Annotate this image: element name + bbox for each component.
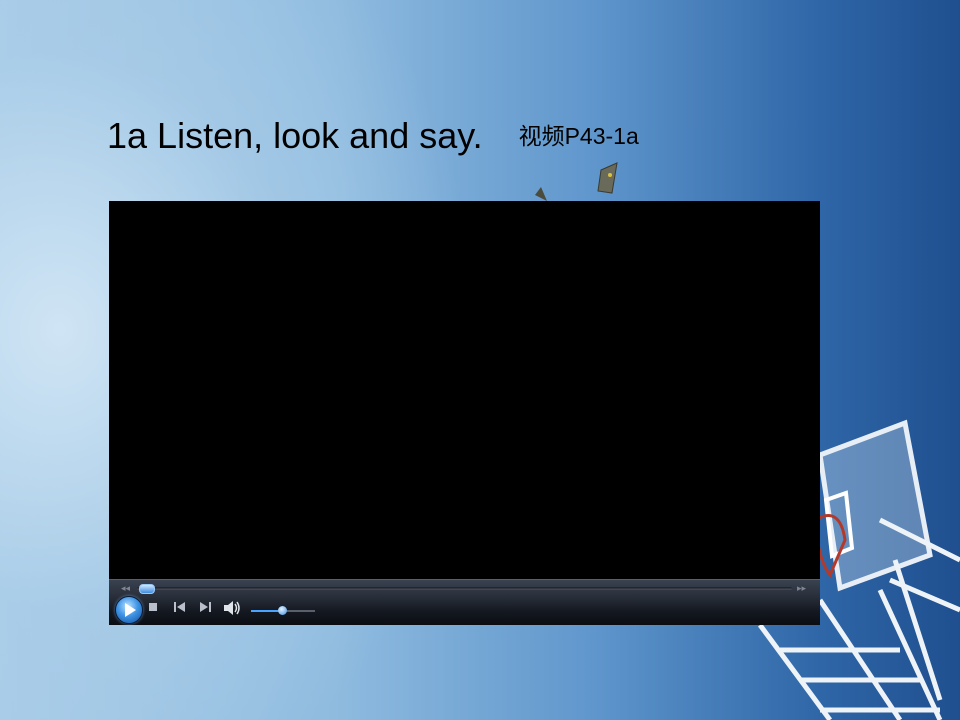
rewind-icon[interactable]: ◂◂ [121,583,130,595]
volume-thumb[interactable] [278,606,287,615]
fast-forward-icon[interactable]: ▸▸ [797,583,806,595]
video-link-label[interactable]: 视频P43-1a [519,123,639,149]
play-button[interactable] [115,596,143,624]
next-icon[interactable] [198,601,212,617]
player-controls: ◂◂ ▸▸ [109,579,820,625]
play-icon [125,603,136,617]
slide-title: 1a Listen, look and say. 视频P43-1a [107,112,827,160]
media-player[interactable]: ◂◂ ▸▸ [109,201,820,625]
seek-row: ◂◂ ▸▸ [109,582,820,596]
volume-icon[interactable] [223,601,241,619]
stop-icon[interactable] [148,601,158,615]
slide-title-text: 1a Listen, look and say. [107,115,483,156]
video-area[interactable] [109,201,820,579]
previous-icon[interactable] [173,601,187,617]
button-row [109,596,820,624]
seek-bar[interactable] [137,587,792,590]
slide-background: 1a Listen, look and say. 视频P43-1a ◂◂ ▸▸ [0,0,960,720]
seek-thumb[interactable] [139,584,155,594]
